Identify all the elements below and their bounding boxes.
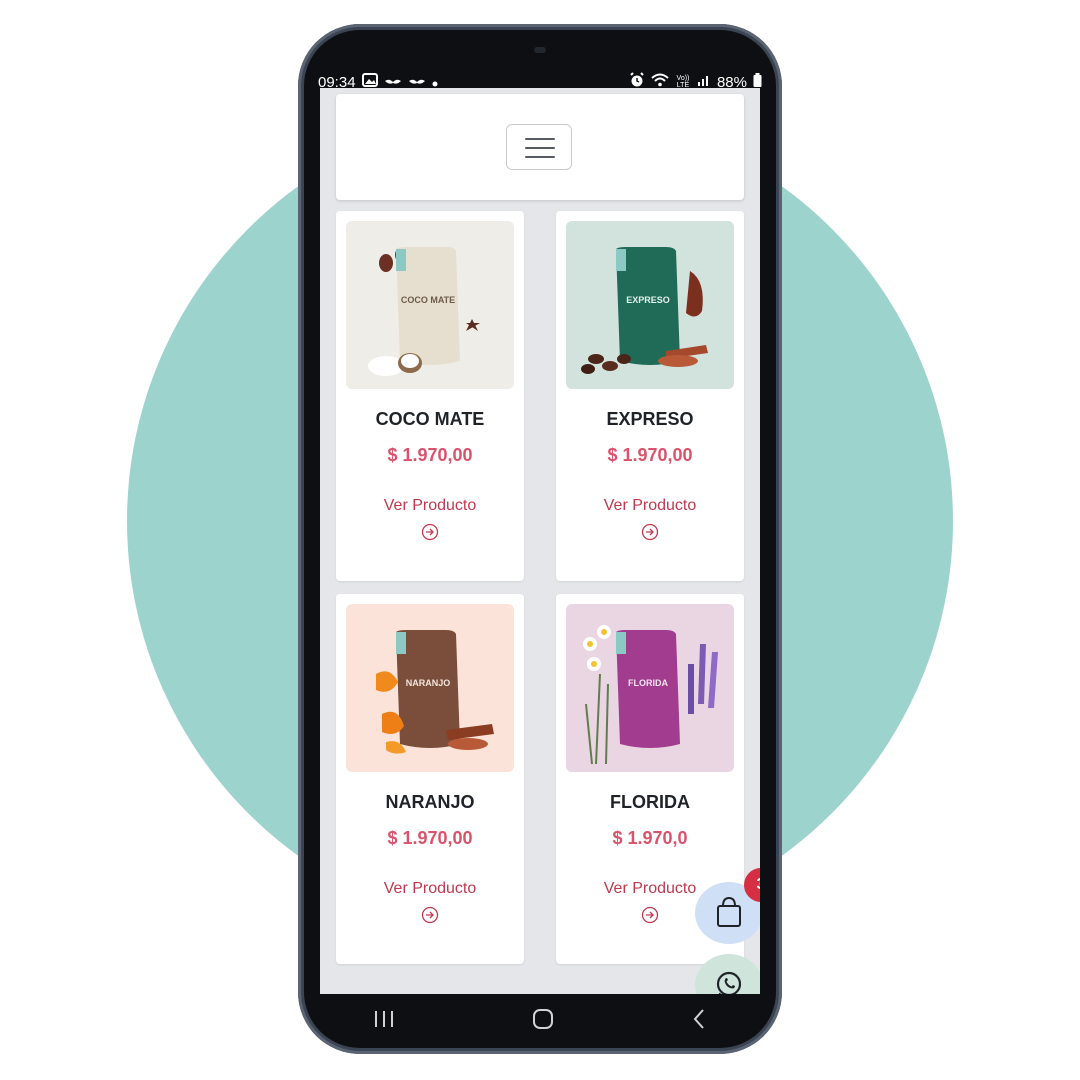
home-icon[interactable] <box>532 1008 554 1035</box>
product-title: FLORIDA <box>610 792 690 812</box>
system-navigation-bar <box>304 994 776 1048</box>
product-title: NARANJO <box>385 792 475 812</box>
product-price: $ 1.970,00 <box>387 828 473 848</box>
product-price: $ 1.970,00 <box>607 445 693 465</box>
product-image[interactable]: EXPRESO <box>566 221 734 389</box>
florida-bag-illustration: FLORIDA <box>583 625 718 765</box>
arrow-right-circle-icon[interactable] <box>421 523 439 541</box>
coco-mate-bag-illustration: COCO MATE <box>368 247 480 376</box>
navbar <box>336 94 744 200</box>
back-icon[interactable] <box>691 1008 707 1035</box>
phone-frame: 09:34 Vo)) LTE 88% COCO MATE COCO MATE $… <box>298 24 782 1054</box>
product-image[interactable]: FLORIDA <box>566 604 734 772</box>
volte-label: Vo)) LTE <box>676 75 690 89</box>
arrow-right-circle-icon[interactable] <box>641 523 659 541</box>
app-screen: COCO MATE COCO MATE $ 1.970,00 Ver Produ… <box>320 88 760 994</box>
expreso-bag-illustration: EXPRESO <box>581 247 708 374</box>
arrow-right-circle-icon[interactable] <box>641 906 659 924</box>
recent-apps-icon[interactable] <box>373 1009 395 1034</box>
hamburger-icon <box>525 138 555 140</box>
product-card: NARANJO NARANJO $ 1.970,00 Ver Producto <box>336 594 524 964</box>
svg-text:COCO MATE: COCO MATE <box>401 295 455 305</box>
front-camera <box>534 47 546 53</box>
view-product-link[interactable]: Ver Producto <box>556 497 744 515</box>
product-title: COCO MATE <box>375 409 485 429</box>
product-card: COCO MATE COCO MATE $ 1.970,00 Ver Produ… <box>336 211 524 581</box>
svg-text:EXPRESO: EXPRESO <box>626 295 670 305</box>
naranjo-bag-illustration: NARANJO <box>376 630 494 754</box>
product-title: EXPRESO <box>606 409 694 429</box>
whatsapp-button[interactable] <box>695 954 760 994</box>
view-product-link[interactable]: Ver Producto <box>336 497 524 515</box>
menu-toggle-button[interactable] <box>506 124 572 170</box>
product-price: $ 1.970,00 <box>387 445 473 465</box>
product-image[interactable]: NARANJO <box>346 604 514 772</box>
product-price: $ 1.970,0 <box>612 828 688 848</box>
hamburger-icon-bar <box>525 147 555 149</box>
svg-text:NARANJO: NARANJO <box>406 678 451 688</box>
arrow-right-circle-icon[interactable] <box>421 906 439 924</box>
hamburger-icon-bar <box>525 156 555 158</box>
svg-text:FLORIDA: FLORIDA <box>628 678 668 688</box>
whatsapp-icon <box>716 971 742 994</box>
phone-screen-frame: 09:34 Vo)) LTE 88% COCO MATE COCO MATE $… <box>304 30 776 1048</box>
product-image[interactable]: COCO MATE <box>346 221 514 389</box>
view-product-link[interactable]: Ver Producto <box>336 880 524 898</box>
product-card: EXPRESO EXPRESO $ 1.970,00 Ver Producto <box>556 211 744 581</box>
